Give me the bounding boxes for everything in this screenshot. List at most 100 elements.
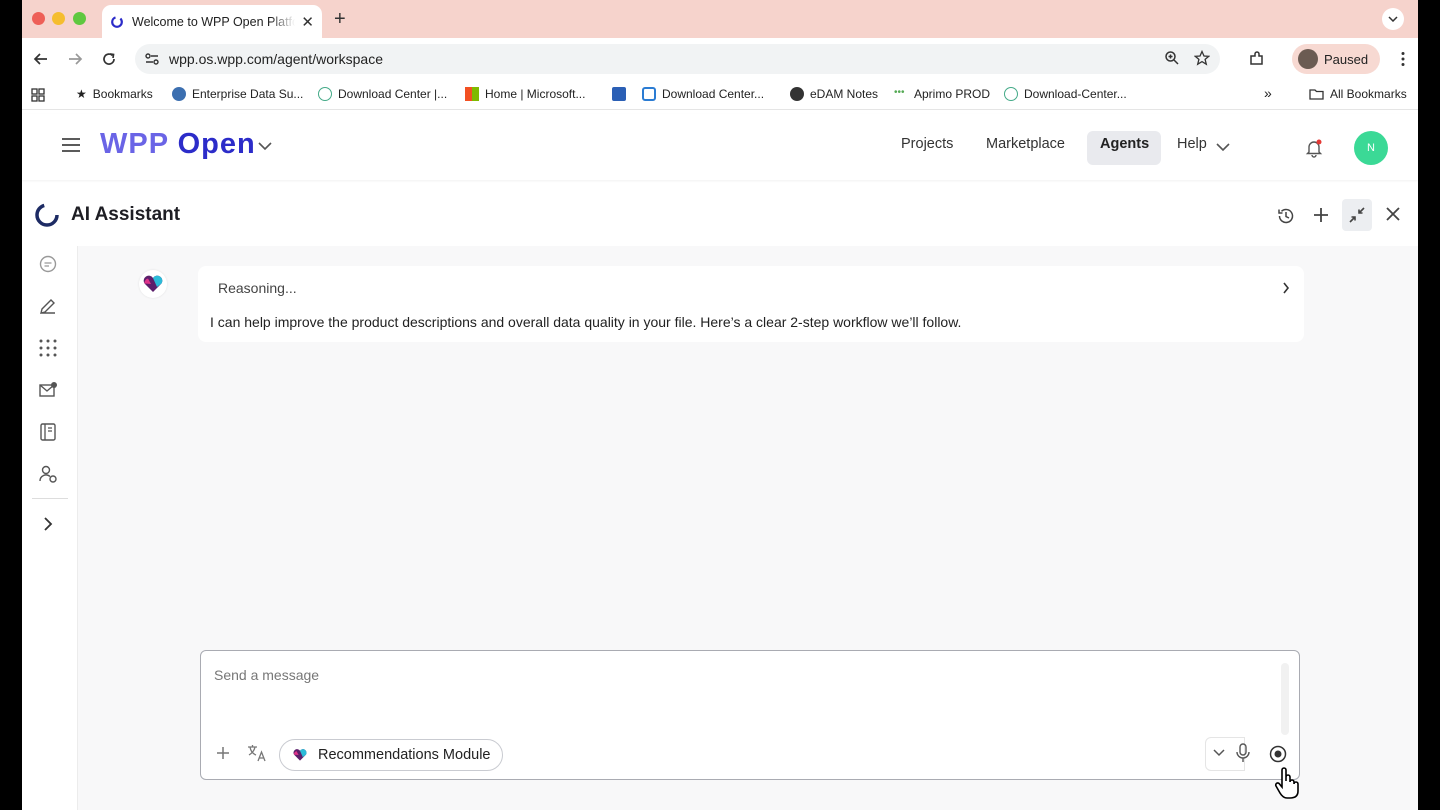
notebook-icon[interactable]	[38, 422, 58, 442]
bookmark-item[interactable]: Download-Center...	[1004, 87, 1127, 101]
chevron-right-icon[interactable]	[42, 516, 54, 532]
tab-strip: Welcome to WPP Open Platform ✕ +	[22, 0, 1418, 38]
globe-icon	[318, 87, 332, 101]
url-text: wpp.os.wpp.com/agent/workspace	[169, 51, 383, 67]
browser-tab[interactable]: Welcome to WPP Open Platform ✕	[102, 5, 322, 38]
bookmark-label: Download-Center...	[1024, 87, 1127, 101]
bookmark-label: Bookmarks	[92, 87, 153, 101]
nav-projects[interactable]: Projects	[901, 136, 953, 152]
aprimo-icon: •••	[894, 87, 905, 98]
folder-icon	[1309, 89, 1324, 100]
apps-grid-icon[interactable]	[38, 338, 58, 358]
assistant-message-card: Reasoning... I can help improve the prod…	[198, 266, 1304, 342]
new-tab-icon[interactable]: +	[334, 8, 346, 31]
bookmark-item[interactable]: Enterprise Data Su...	[172, 87, 303, 101]
rail-divider	[32, 498, 68, 499]
wpp-favicon-icon	[111, 15, 123, 28]
minimize-icon[interactable]	[1348, 206, 1366, 224]
minimize-window-button[interactable]	[52, 12, 65, 25]
chevron-down-icon[interactable]	[1213, 749, 1225, 757]
recommendations-module-chip[interactable]: Recommendations Module	[279, 739, 504, 771]
power-automate-icon	[612, 87, 626, 101]
stop-recording-icon[interactable]	[1269, 745, 1287, 763]
more-bookmarks-icon[interactable]: »	[1264, 85, 1272, 101]
bookmark-item[interactable]: Download Center |...	[318, 87, 447, 101]
microphone-icon[interactable]	[1235, 743, 1251, 763]
bookmark-label: Enterprise Data Su...	[192, 87, 304, 101]
globe-icon	[790, 87, 804, 101]
bookmark-item[interactable]: ••• Aprimo PROD	[894, 87, 990, 101]
profile-button[interactable]: Paused	[1292, 44, 1380, 74]
message-input[interactable]	[214, 667, 1264, 683]
hamburger-menu-icon[interactable]	[62, 138, 80, 152]
module-label: Recommendations Module	[318, 747, 491, 763]
new-chat-icon[interactable]	[1312, 206, 1330, 224]
reload-icon[interactable]	[100, 50, 118, 68]
assistant-title: AI Assistant	[71, 204, 181, 225]
chat-icon[interactable]	[38, 254, 58, 274]
maximize-window-button[interactable]	[73, 12, 86, 25]
zoom-icon[interactable]	[1164, 50, 1180, 66]
assistant-header: AI Assistant	[22, 184, 1418, 246]
logo-suffix: Open	[177, 128, 256, 160]
all-bookmarks-button[interactable]: All Bookmarks	[1309, 87, 1407, 101]
bookmark-item[interactable]	[612, 87, 632, 101]
bookmark-label: Download Center...	[662, 87, 765, 101]
browser-menu-icon[interactable]	[1394, 50, 1412, 68]
reasoning-toggle[interactable]: Reasoning...	[218, 280, 297, 296]
add-attachment-icon[interactable]	[215, 745, 231, 761]
nav-marketplace[interactable]: Marketplace	[986, 136, 1065, 152]
user-settings-icon[interactable]	[38, 464, 58, 484]
star-icon[interactable]	[1194, 50, 1210, 66]
back-icon[interactable]	[32, 50, 50, 68]
chevron-down-icon[interactable]	[1216, 143, 1230, 152]
composer-scrollbar[interactable]	[1281, 663, 1289, 735]
tab-search-button[interactable]	[1382, 8, 1404, 30]
close-tab-icon[interactable]: ✕	[301, 13, 314, 31]
assistant-message-text: I can help improve the product descripti…	[210, 314, 962, 330]
nav-agents[interactable]: Agents	[1100, 136, 1149, 152]
extensions-icon[interactable]	[1248, 50, 1266, 68]
microsoft-icon	[465, 87, 479, 101]
profile-label: Paused	[1324, 51, 1369, 67]
assistant-side-rail	[22, 246, 78, 810]
bookmark-label: Download Center |...	[338, 87, 448, 101]
forward-icon[interactable]	[66, 50, 84, 68]
message-composer: Recommendations Module	[200, 650, 1300, 780]
close-window-button[interactable]	[32, 12, 45, 25]
apps-grid-icon[interactable]	[31, 88, 45, 102]
recommendations-heart-icon	[143, 275, 163, 292]
translate-icon[interactable]	[247, 744, 267, 762]
tab-title: Welcome to WPP Open Platform	[132, 14, 296, 29]
browser-toolbar: wpp.os.wpp.com/agent/workspace Paused	[22, 38, 1418, 80]
user-avatar[interactable]: N	[1354, 131, 1388, 165]
hand-cursor-icon	[1274, 767, 1299, 799]
history-icon[interactable]	[1276, 206, 1296, 226]
assistant-logo-icon	[35, 203, 59, 227]
recommendations-heart-icon	[293, 749, 307, 761]
close-icon[interactable]	[1385, 206, 1401, 222]
browser-window: Welcome to WPP Open Platform ✕ + wpp.os.…	[22, 0, 1418, 810]
logo-prefix: WPP	[100, 128, 169, 160]
nav-help[interactable]: Help	[1177, 136, 1207, 152]
bookmark-item[interactable]: ★ Bookmarks	[76, 87, 153, 101]
chevron-down-icon[interactable]	[258, 142, 272, 151]
site-settings-icon[interactable]	[143, 50, 161, 68]
bookmark-item[interactable]: Home | Microsoft...	[465, 87, 585, 101]
globe-icon	[1004, 87, 1018, 101]
mail-add-icon[interactable]	[38, 380, 58, 400]
enterprise-data-icon	[172, 87, 186, 101]
bookmark-item[interactable]: Download Center...	[642, 87, 764, 101]
bookmark-label: All Bookmarks	[1330, 87, 1407, 101]
edit-icon[interactable]	[38, 296, 58, 316]
app-header: WPP Open Projects Marketplace Agents Hel…	[22, 114, 1418, 180]
download-center-icon	[642, 87, 656, 101]
address-bar[interactable]: wpp.os.wpp.com/agent/workspace	[135, 44, 1220, 74]
bookmark-item[interactable]: eDAM Notes	[790, 87, 878, 101]
bookmark-label: Home | Microsoft...	[485, 87, 586, 101]
chevron-right-icon[interactable]	[1282, 282, 1290, 294]
profile-avatar	[1298, 49, 1318, 69]
wpp-open-logo[interactable]: WPP Open	[100, 128, 256, 161]
notification-bell-icon[interactable]	[1304, 138, 1324, 158]
star-icon: ★	[76, 87, 87, 101]
